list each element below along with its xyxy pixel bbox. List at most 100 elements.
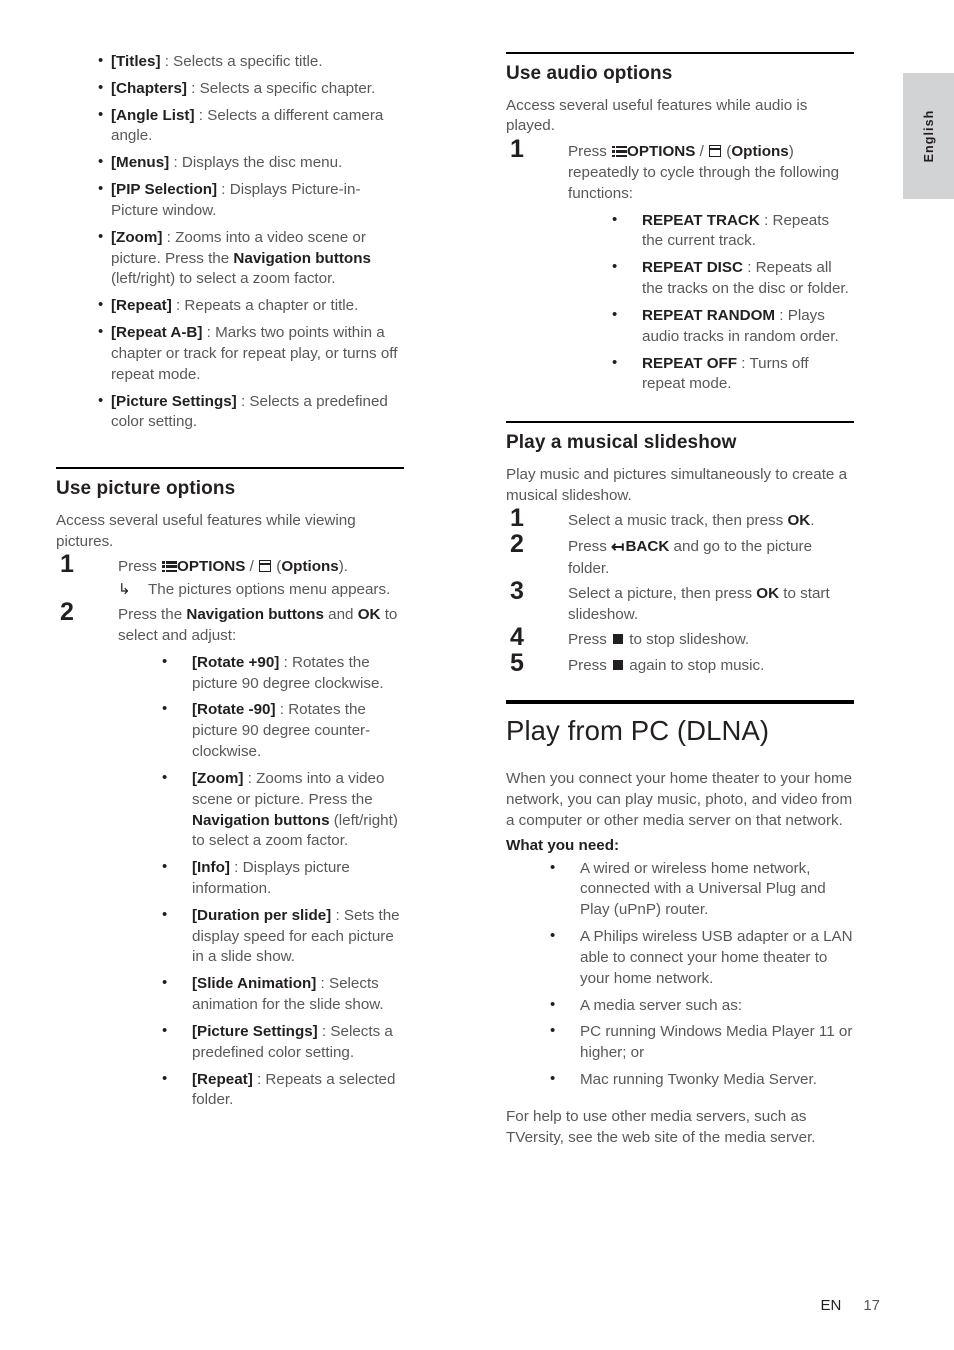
step-text-post: . bbox=[810, 512, 815, 530]
options-button-label: OPTIONS bbox=[627, 143, 696, 161]
step-item: 3 Select a picture, then press OK to sta… bbox=[506, 577, 854, 626]
option-term: [Titles] bbox=[111, 53, 161, 70]
step-text-pre: Press the bbox=[118, 606, 187, 624]
option-term: [Repeat] bbox=[111, 297, 172, 315]
step-text-pre: Select a picture, then press bbox=[568, 585, 757, 603]
list-item: A wired or wireless home network, connec… bbox=[506, 858, 854, 921]
chapter-intro: When you connect your home theater to yo… bbox=[506, 770, 853, 829]
option-term: REPEAT DISC bbox=[642, 259, 743, 277]
step-item: 1 Press OPTIONS / (Options) repeatedly t… bbox=[506, 135, 854, 396]
step-item: 1 Press OPTIONS / (Options). ↳ The pictur… bbox=[56, 550, 404, 601]
step-text: Select a music track, then press OK. bbox=[568, 509, 854, 532]
back-button-label: BACK bbox=[625, 538, 670, 556]
paren-close: ) bbox=[788, 143, 794, 161]
video-options-bullet-list: [Titles] : Selects a specific title. [Ch… bbox=[56, 51, 404, 434]
list-item: [Zoom] : Zooms into a video scene or pic… bbox=[56, 227, 404, 290]
step-number: 1 bbox=[510, 135, 524, 164]
step-text: Press ↤BACK and go to the picture folder… bbox=[568, 535, 854, 580]
options-word: Options bbox=[731, 143, 789, 161]
paren-open: ( bbox=[722, 143, 732, 161]
step-separator: / bbox=[245, 558, 259, 576]
option-term: [Zoom] bbox=[111, 228, 163, 246]
option-emphasis: Navigation buttons bbox=[192, 811, 330, 829]
step-number: 3 bbox=[510, 577, 524, 606]
step-separator: / bbox=[695, 143, 709, 161]
window-options-icon bbox=[709, 145, 722, 158]
step-text: Press to stop slideshow. bbox=[568, 628, 854, 651]
arrow-icon: ↳ bbox=[118, 581, 131, 599]
language-tab: English bbox=[903, 73, 954, 199]
step-text: Press again to stop music. bbox=[568, 654, 854, 677]
section-rule bbox=[506, 52, 854, 54]
step-text-pre: Press bbox=[118, 558, 162, 576]
list-item: A Philips wireless USB adapter or a LAN … bbox=[506, 926, 854, 989]
step-number: 2 bbox=[510, 530, 524, 559]
step-item: 4 Press to stop slideshow. bbox=[506, 623, 854, 652]
options-menu-icon bbox=[612, 145, 628, 158]
option-emphasis: Navigation buttons bbox=[233, 249, 371, 267]
list-item: [Repeat] : Repeats a chapter or title. bbox=[56, 295, 404, 317]
options-button-label: OPTIONS bbox=[177, 558, 246, 576]
option-term: REPEAT RANDOM bbox=[642, 306, 776, 324]
option-desc: : Selects a specific title. bbox=[160, 53, 323, 70]
options-word: Options bbox=[281, 558, 339, 576]
option-term: REPEAT TRACK bbox=[642, 211, 760, 229]
option-desc: : Displays the disc menu. bbox=[169, 154, 343, 172]
list-item: [PIP Selection] : Displays Picture-in-Pi… bbox=[56, 179, 404, 222]
list-item: [Picture Settings] : Selects a predefine… bbox=[118, 1021, 404, 1064]
list-item: [Titles] : Selects a specific title. bbox=[56, 51, 404, 73]
option-term: [Rotate -90] bbox=[192, 701, 276, 719]
musical-slideshow-steps: 1 Select a music track, then press OK. 2… bbox=[506, 504, 854, 677]
ok-button-label: OK bbox=[357, 606, 381, 624]
stop-icon bbox=[613, 659, 624, 670]
list-item: A media server such as: bbox=[506, 995, 854, 1017]
document-page: English [Titles] : Selects a specific ti… bbox=[0, 0, 954, 1350]
list-item: REPEAT DISC : Repeats all the tracks on … bbox=[568, 257, 854, 300]
section-heading-use-picture-options: Use picture options bbox=[56, 477, 236, 499]
step-result-text: The pictures options menu appears. bbox=[148, 581, 391, 599]
option-term: [Chapters] bbox=[111, 79, 187, 97]
section-intro: Access several useful features while vie… bbox=[56, 511, 356, 550]
option-term: [Picture Settings] bbox=[111, 392, 237, 410]
section-intro: Access several useful features while aud… bbox=[506, 96, 808, 135]
chapter-heading-play-from-pc: Play from PC (DLNA) bbox=[506, 715, 770, 747]
list-item: [Zoom] : Zooms into a video scene or pic… bbox=[118, 768, 404, 852]
option-term: [Repeat] bbox=[192, 1070, 253, 1088]
list-item: [Repeat] : Repeats a selected folder. bbox=[118, 1069, 404, 1112]
footer-language-code: EN bbox=[820, 1297, 842, 1314]
list-item: [Picture Settings] : Selects a predefine… bbox=[56, 391, 404, 434]
stop-icon bbox=[613, 633, 624, 644]
list-item: [Duration per slide] : Sets the display … bbox=[118, 905, 404, 968]
option-term: [Slide Animation] bbox=[192, 975, 317, 993]
ok-button-label: OK bbox=[787, 512, 811, 530]
option-term: REPEAT OFF bbox=[642, 354, 738, 372]
step-text: Press OPTIONS / (Options). bbox=[118, 555, 404, 578]
language-tab-label: English bbox=[921, 109, 936, 163]
step-text-pre: Press bbox=[568, 143, 612, 161]
picture-options-steps: 1 Press OPTIONS / (Options). ↳ The pictur… bbox=[56, 550, 404, 1112]
list-item: REPEAT RANDOM : Plays audio tracks in ra… bbox=[568, 305, 854, 348]
step-text: Select a picture, then press OK to start… bbox=[568, 582, 854, 626]
closing-note: For help to use other media servers, suc… bbox=[506, 1107, 816, 1146]
list-item: [Slide Animation] : Selects animation fo… bbox=[118, 973, 404, 1016]
page-footer: EN 17 bbox=[0, 1297, 954, 1314]
step-text-post: again to stop music. bbox=[625, 656, 765, 674]
option-term: [Duration per slide] bbox=[192, 906, 332, 924]
option-desc-post: (left/right) to select a zoom factor. bbox=[111, 270, 336, 288]
step-text-pre: Press bbox=[568, 656, 612, 674]
list-item: [Chapters] : Selects a specific chapter. bbox=[56, 78, 404, 100]
step-text-pre: Press bbox=[568, 630, 612, 648]
list-item: REPEAT TRACK : Repeats the current track… bbox=[568, 210, 854, 253]
option-term: [Info] bbox=[192, 859, 230, 877]
list-item: [Rotate -90] : Rotates the picture 90 de… bbox=[118, 699, 404, 762]
list-item: [Repeat A-B] : Marks two points within a… bbox=[56, 322, 404, 385]
step-item: 2 Press the Navigation buttons and OK to… bbox=[56, 598, 404, 1112]
right-column: Use audio options Access several useful … bbox=[506, 52, 854, 1152]
picture-options-bullet-list: [Rotate +90] : Rotates the picture 90 de… bbox=[118, 652, 404, 1112]
step-number: 5 bbox=[510, 648, 524, 677]
option-term: [Angle List] bbox=[111, 106, 195, 124]
option-term: [PIP Selection] bbox=[111, 181, 218, 199]
window-options-icon bbox=[259, 560, 272, 573]
list-item: REPEAT OFF : Turns off repeat mode. bbox=[568, 353, 854, 396]
section-intro: Play music and pictures simultaneously t… bbox=[506, 465, 848, 504]
